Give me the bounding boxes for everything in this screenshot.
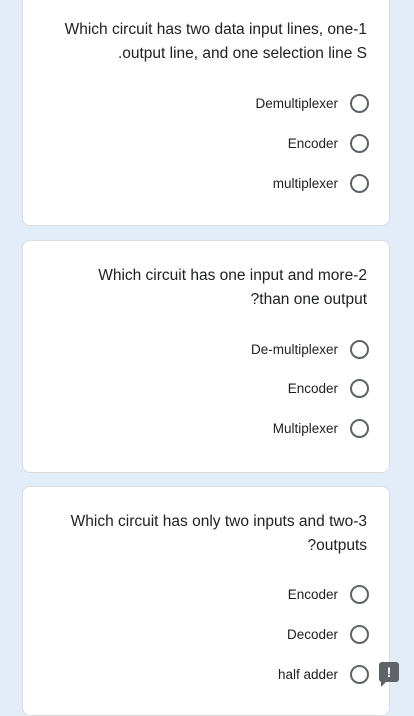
option-label: Demultiplexer [255, 95, 338, 111]
radio-button[interactable] [350, 378, 369, 398]
option-label: Encoder [287, 135, 338, 151]
option-label: Encoder [287, 586, 338, 602]
question-2-line-1: Which circuit has one input and more-2 [98, 267, 367, 284]
question-1-line-1: Which circuit has two data input lines, … [64, 21, 367, 38]
question-card-3: Which circuit has only two inputs and tw… [22, 486, 390, 716]
option-label: Multiplexer [272, 420, 338, 436]
question-3-line-1: Which circuit has only two inputs and tw… [70, 513, 367, 530]
radio-button[interactable] [350, 418, 369, 438]
option-label: multiplexer [272, 175, 338, 191]
question-3-line-2: ?outputs [307, 537, 367, 554]
question-text-3: Which circuit has only two inputs and tw… [47, 510, 367, 558]
option-label: half adder [277, 666, 338, 682]
option-label: De-multiplexer [250, 341, 338, 357]
question-2-line-2: ?than one output [250, 291, 367, 308]
question-1-line-2: .output line, and one selection line S [117, 45, 367, 62]
radio-button[interactable] [350, 584, 369, 604]
option-label: Encoder [287, 380, 338, 396]
option-encoder[interactable]: Encoder [288, 131, 369, 155]
option-multiplexer[interactable]: Multiplexer [273, 416, 369, 440]
option-de-multiplexer[interactable]: De-multiplexer [251, 337, 369, 361]
radio-button[interactable] [350, 133, 369, 153]
radio-button[interactable] [350, 339, 369, 359]
question-card-1: Which circuit has two data input lines, … [22, 0, 390, 226]
option-decoder[interactable]: Decoder [287, 622, 369, 646]
radio-button[interactable] [350, 93, 369, 113]
option-half-adder[interactable]: half adder [278, 662, 369, 686]
option-demultiplexer[interactable]: Demultiplexer [255, 91, 369, 115]
question-text-1: Which circuit has two data input lines, … [47, 18, 367, 66]
radio-button[interactable] [350, 624, 369, 644]
feedback-icon[interactable]: ! [379, 662, 399, 687]
option-encoder[interactable]: Encoder [288, 376, 369, 400]
option-label: Decoder [286, 626, 338, 642]
question-card-2: Which circuit has one input and more-2 ?… [22, 240, 390, 473]
radio-button[interactable] [350, 664, 369, 684]
radio-button[interactable] [350, 173, 369, 193]
question-text-2: Which circuit has one input and more-2 ?… [47, 264, 367, 312]
option-encoder[interactable]: Encoder [288, 582, 369, 606]
option-multiplexer[interactable]: multiplexer [273, 171, 369, 195]
